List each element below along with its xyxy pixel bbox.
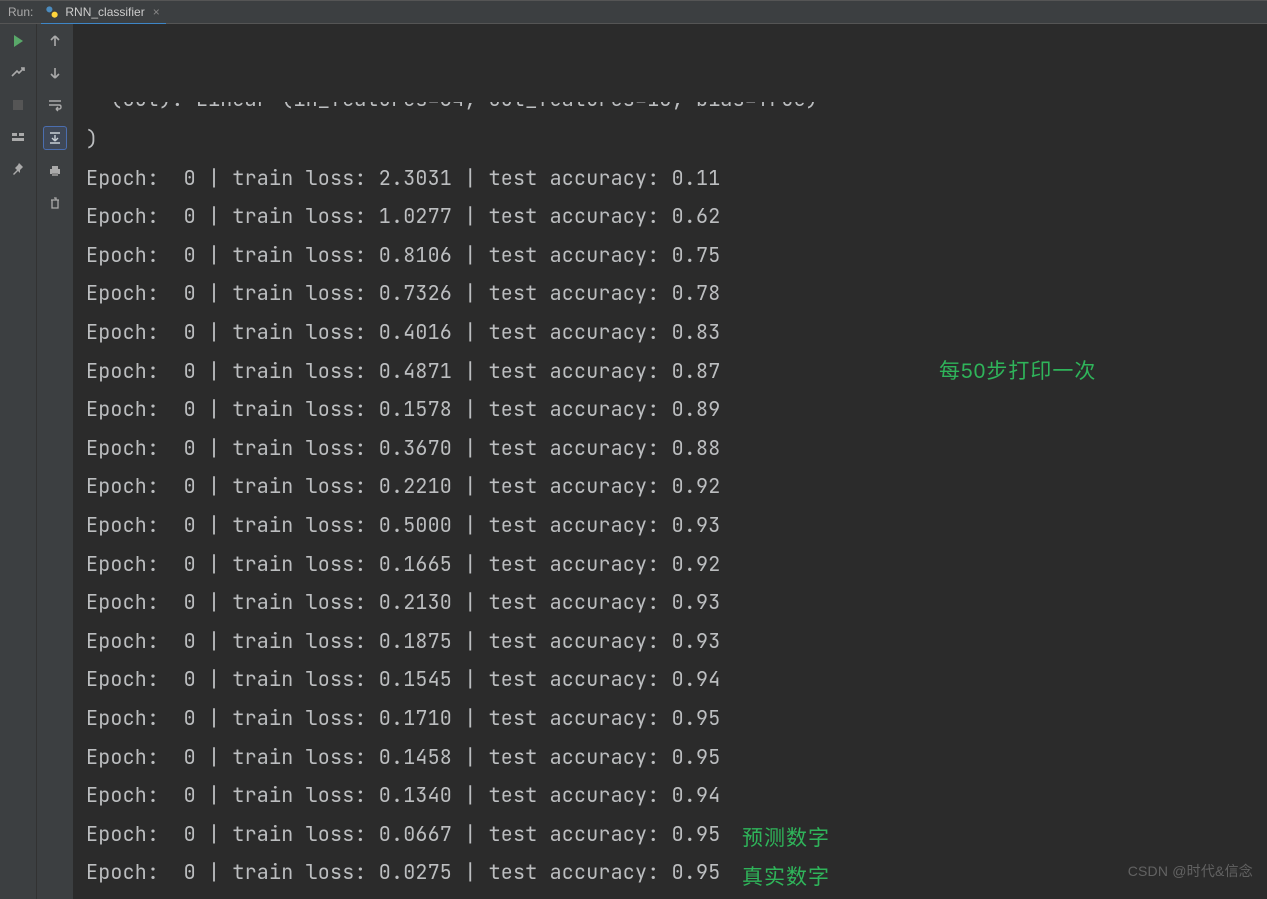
console-epoch-line: Epoch: 0 | train loss: 0.0667 | test acc… bbox=[86, 815, 1267, 854]
console-epoch-line: Epoch: 0 | train loss: 1.0277 | test acc… bbox=[86, 197, 1267, 236]
close-icon[interactable]: × bbox=[153, 5, 160, 19]
run-gutter-left bbox=[0, 24, 37, 899]
settings-button[interactable] bbox=[7, 62, 29, 84]
down-button[interactable] bbox=[44, 62, 66, 84]
console-line-partial: (out): Linear (in_features=64, out_featu… bbox=[86, 102, 1267, 120]
stop-button[interactable] bbox=[7, 94, 29, 116]
console-epoch-line: Epoch: 0 | train loss: 0.1545 | test acc… bbox=[86, 660, 1267, 699]
soft-wrap-button[interactable] bbox=[44, 94, 66, 116]
run-toolwindow-header: Run: RNN_classifier × bbox=[0, 0, 1267, 24]
console-epoch-line: Epoch: 0 | train loss: 0.1340 | test acc… bbox=[86, 776, 1267, 815]
pin-button[interactable] bbox=[7, 158, 29, 180]
annotation-every50: 每50步打印一次 bbox=[939, 352, 1096, 391]
watermark: CSDN @时代&信念 bbox=[1128, 852, 1253, 891]
console-epoch-line: Epoch: 0 | train loss: 0.5000 | test acc… bbox=[86, 506, 1267, 545]
console-epoch-line: Epoch: 0 | train loss: 0.2210 | test acc… bbox=[86, 467, 1267, 506]
layout-button[interactable] bbox=[7, 126, 29, 148]
console-output[interactable]: (out): Linear (in_features=64, out_featu… bbox=[74, 24, 1267, 899]
console-epoch-line: Epoch: 0 | train loss: 0.8106 | test acc… bbox=[86, 236, 1267, 275]
scroll-to-end-button[interactable] bbox=[43, 126, 67, 150]
annotation-real: 真实数字 bbox=[742, 858, 830, 897]
console-epoch-line: Epoch: 0 | train loss: 0.7326 | test acc… bbox=[86, 274, 1267, 313]
print-button[interactable] bbox=[44, 160, 66, 182]
console-epoch-line: Epoch: 0 | train loss: 0.3670 | test acc… bbox=[86, 429, 1267, 468]
run-tab-label: RNN_classifier bbox=[65, 5, 144, 19]
up-button[interactable] bbox=[44, 30, 66, 52]
python-file-icon bbox=[45, 5, 59, 19]
annotation-prediction: 预测数字 bbox=[742, 819, 830, 858]
console-epoch-line: Epoch: 0 | train loss: 0.1578 | test acc… bbox=[86, 390, 1267, 429]
console-line: ) bbox=[86, 120, 1267, 159]
rerun-button[interactable] bbox=[7, 30, 29, 52]
console-epoch-line: Epoch: 0 | train loss: 0.4016 | test acc… bbox=[86, 313, 1267, 352]
run-tab[interactable]: RNN_classifier × bbox=[41, 1, 165, 25]
console-prediction-line: [7 2 1 0 4 1 4 9 6 9] prediction number bbox=[86, 892, 1267, 899]
console-epoch-line: Epoch: 0 | train loss: 0.0275 | test acc… bbox=[86, 853, 1267, 892]
run-gutter-secondary bbox=[37, 24, 74, 899]
console-epoch-line: Epoch: 0 | train loss: 0.1875 | test acc… bbox=[86, 622, 1267, 661]
run-label: Run: bbox=[0, 5, 41, 19]
console-epoch-line: Epoch: 0 | train loss: 0.1710 | test acc… bbox=[86, 699, 1267, 738]
clear-all-button[interactable] bbox=[44, 192, 66, 214]
console-epoch-line: Epoch: 0 | train loss: 0.1665 | test acc… bbox=[86, 545, 1267, 584]
console-epoch-line: Epoch: 0 | train loss: 0.2130 | test acc… bbox=[86, 583, 1267, 622]
console-epoch-line: Epoch: 0 | train loss: 2.3031 | test acc… bbox=[86, 159, 1267, 198]
console-epoch-line: Epoch: 0 | train loss: 0.1458 | test acc… bbox=[86, 738, 1267, 777]
